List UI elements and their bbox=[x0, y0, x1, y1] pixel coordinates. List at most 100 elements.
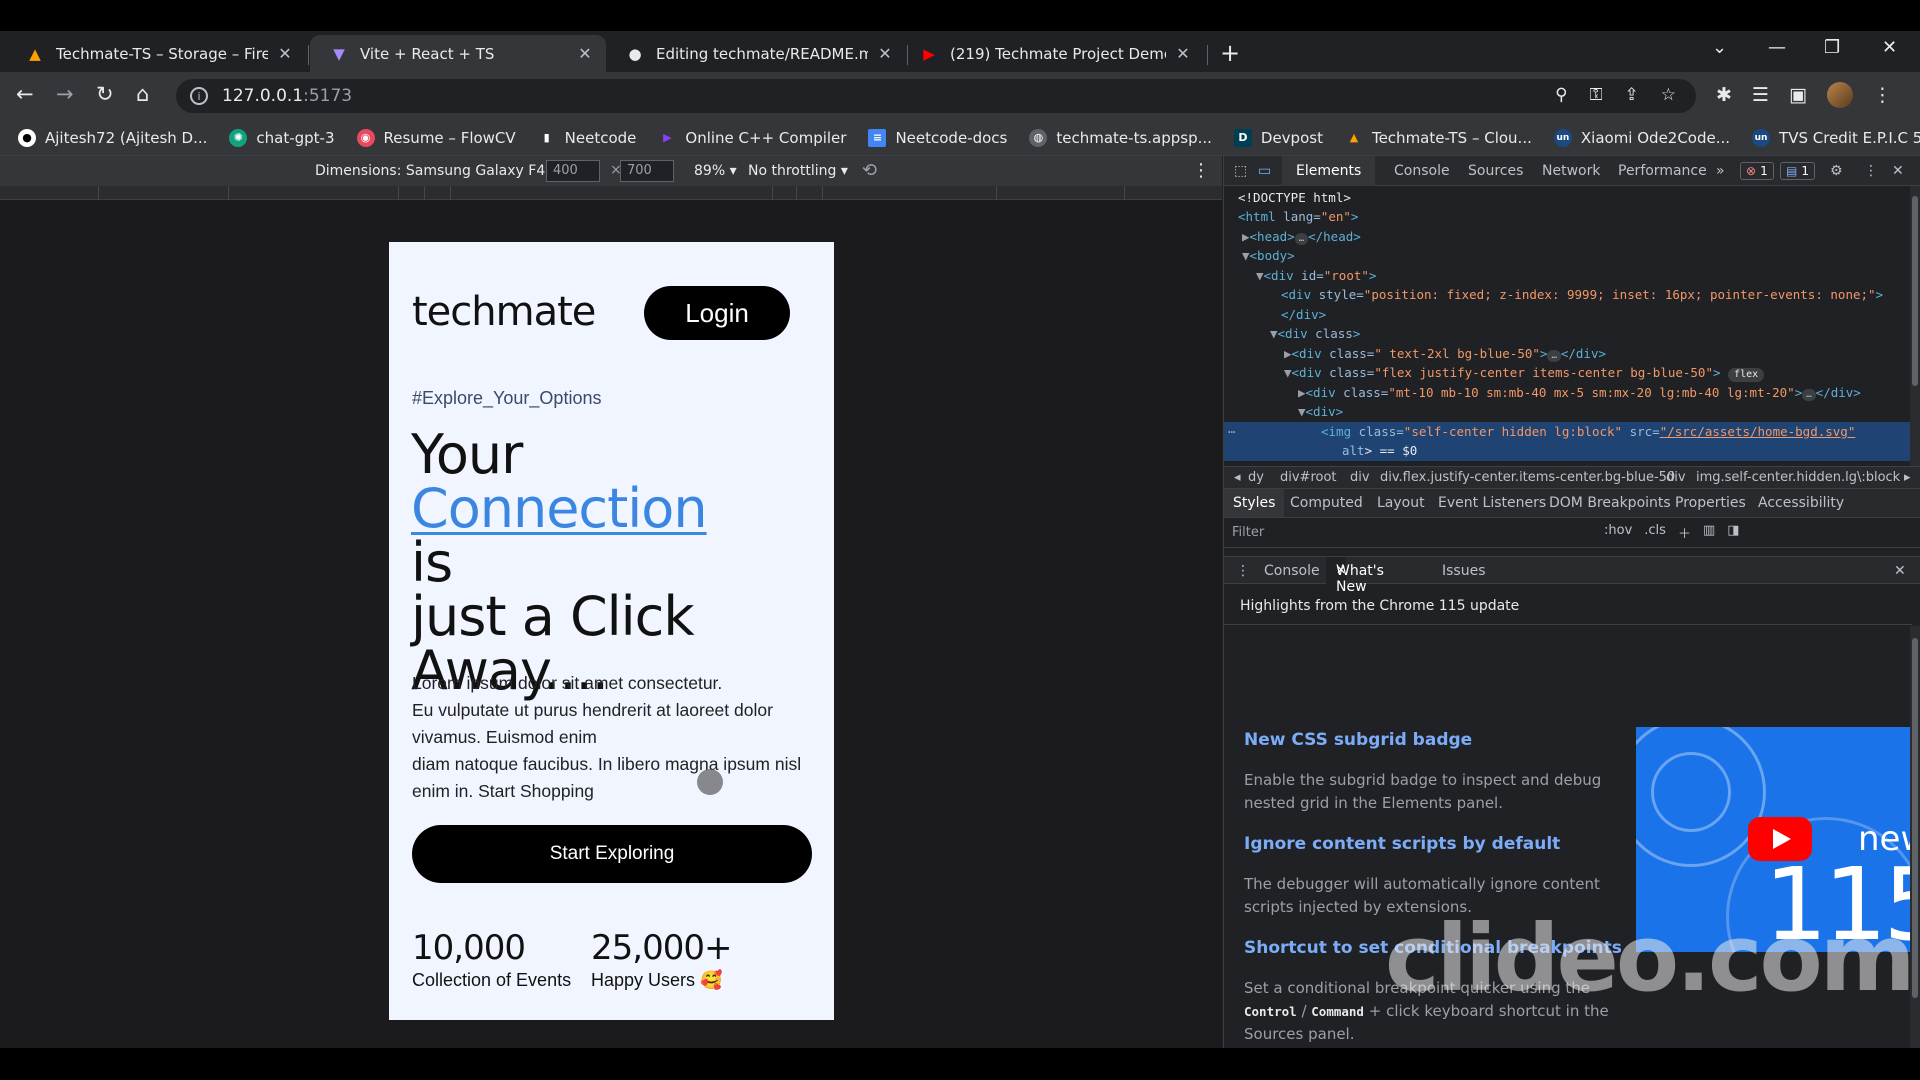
bookmark-neetcode[interactable]: ▮ Neetcode bbox=[538, 129, 637, 147]
crumb-div-2[interactable]: div bbox=[1666, 470, 1686, 485]
tab-performance[interactable]: Performance bbox=[1618, 163, 1707, 179]
height-input[interactable]: 700 bbox=[620, 160, 674, 182]
site-info-icon[interactable]: i bbox=[190, 87, 208, 105]
extensions-icon[interactable]: ✱ bbox=[1716, 84, 1732, 106]
subtab-properties[interactable]: Properties bbox=[1675, 495, 1746, 511]
crumb-forward-icon[interactable]: ▸ bbox=[1904, 470, 1911, 485]
window-close-icon[interactable]: ✕ bbox=[1882, 37, 1897, 58]
login-button[interactable]: Login bbox=[644, 286, 790, 340]
devtools-close-icon[interactable]: ✕ bbox=[1892, 163, 1904, 179]
key-icon[interactable]: ⚿ bbox=[1590, 85, 1603, 105]
home-icon[interactable]: ⌂ bbox=[136, 82, 149, 106]
close-icon[interactable]: ✕ bbox=[876, 44, 894, 63]
tab-firebase-storage[interactable]: ▲ Techmate-TS – Storage – Firebase ✕ bbox=[6, 35, 306, 72]
drawer-close-icon[interactable]: ✕ bbox=[1894, 563, 1906, 579]
restore-icon[interactable]: ❐ bbox=[1824, 37, 1840, 58]
more-tabs-icon[interactable]: » bbox=[1716, 163, 1725, 179]
menu-icon[interactable]: ⋮ bbox=[1873, 84, 1892, 106]
subtab-dom-breakpoints[interactable]: DOM Breakpoints bbox=[1549, 495, 1671, 511]
hover-state-toggle[interactable]: :hov bbox=[1604, 523, 1632, 542]
tab-strip: ▲ Techmate-TS – Storage – Firebase ✕ ▼ V… bbox=[0, 31, 1920, 72]
subtab-styles[interactable]: Styles bbox=[1224, 489, 1285, 517]
tab-github-readme[interactable]: ● Editing techmate/README.md at ✕ bbox=[606, 35, 906, 72]
bookmark-ajitesh[interactable]: ● Ajitesh72 (Ajitesh D... bbox=[18, 128, 207, 147]
settings-gear-icon[interactable]: ⚙ bbox=[1830, 163, 1843, 179]
bookmark-chatgpt[interactable]: ✺ chat-gpt-3 bbox=[229, 128, 335, 147]
drawer-menu-icon[interactable]: ⋮ bbox=[1236, 563, 1250, 579]
bookmark-devpost[interactable]: D Devpost bbox=[1233, 128, 1323, 147]
device-select[interactable]: Dimensions: Samsung Galaxy F42 ▾ bbox=[315, 163, 566, 179]
close-icon[interactable]: ✕ bbox=[276, 44, 294, 63]
reload-icon[interactable]: ↻ bbox=[96, 82, 114, 106]
flex-badge[interactable]: flex bbox=[1728, 368, 1765, 382]
bookmark-neetcode-docs[interactable]: ≡ Neetcode-docs bbox=[868, 128, 1007, 147]
tab-elements[interactable]: Elements bbox=[1282, 156, 1376, 186]
subtab-event-listeners[interactable]: Event Listeners bbox=[1438, 495, 1546, 511]
whats-new-item-title[interactable]: New CSS subgrid badge bbox=[1244, 730, 1472, 750]
elements-scrollbar[interactable] bbox=[1910, 186, 1920, 466]
drawer-tab-console[interactable]: Console bbox=[1264, 563, 1320, 579]
bookmark-xiaomi[interactable]: un Xiaomi Ode2Code... bbox=[1553, 128, 1730, 147]
crumb-root[interactable]: div#root bbox=[1280, 470, 1337, 485]
tab-network[interactable]: Network bbox=[1542, 163, 1600, 179]
tab-sources[interactable]: Sources bbox=[1468, 163, 1523, 179]
class-toggle[interactable]: .cls bbox=[1644, 523, 1666, 542]
inspect-icon[interactable]: ⬚ bbox=[1234, 163, 1247, 179]
message-badge[interactable]: ▤ 1 bbox=[1780, 162, 1815, 180]
techmate-logo[interactable]: techmate bbox=[412, 289, 596, 335]
media-query-ruler[interactable] bbox=[0, 186, 1222, 200]
drawer-tab-whats-new[interactable]: What's New ✕ bbox=[1326, 557, 1384, 595]
bookmark-techmate-cloud[interactable]: ▲ Techmate-TS – Clou... bbox=[1345, 129, 1532, 147]
subtab-layout[interactable]: Layout bbox=[1377, 495, 1425, 511]
device-toggle-icon[interactable]: ▭ bbox=[1258, 163, 1271, 179]
bookmark-cpp-compiler[interactable]: ▶ Online C++ Compiler bbox=[658, 129, 846, 147]
zoom-select[interactable]: 89% ▾ bbox=[694, 163, 737, 179]
crumb-flex-div[interactable]: div.flex.justify-center.items-center.bg-… bbox=[1380, 470, 1675, 485]
stat-events: 10,000 Collection of Events bbox=[412, 928, 572, 990]
rotate-icon[interactable]: ⟲ bbox=[862, 160, 877, 181]
whats-new-item-title[interactable]: Ignore content scripts by default bbox=[1244, 834, 1560, 854]
tab-console[interactable]: Console bbox=[1394, 163, 1450, 179]
bookmark-flowcv[interactable]: ◉ Resume – FlowCV bbox=[356, 128, 516, 147]
tab-search-icon[interactable]: ⌄ bbox=[1712, 37, 1727, 58]
bookmark-tvs[interactable]: unTVS Credit E.P.I.C 5.... bbox=[1752, 128, 1920, 147]
throttling-select[interactable]: No throttling ▾ bbox=[748, 163, 848, 179]
crumb-dy[interactable]: dy bbox=[1248, 470, 1264, 485]
avatar[interactable] bbox=[1826, 82, 1853, 108]
minimize-icon[interactable]: — bbox=[1768, 37, 1786, 58]
sidebar-toggle-icon[interactable]: ◨ bbox=[1727, 523, 1739, 542]
crumb-img[interactable]: img.self-center.hidden.lg\:block bbox=[1696, 470, 1900, 485]
bookmarks-bar: ● Ajitesh72 (Ajitesh D... ✺ chat-gpt-3 ◉ Re… bbox=[0, 120, 1920, 156]
forward-icon[interactable]: → bbox=[56, 82, 74, 106]
close-icon[interactable]: ✕ bbox=[1174, 44, 1192, 63]
side-panel-icon[interactable]: ▣ bbox=[1789, 84, 1807, 106]
more-options-icon[interactable]: ⋮ bbox=[1192, 160, 1210, 181]
subtab-computed[interactable]: Computed bbox=[1290, 495, 1363, 511]
back-icon[interactable]: ← bbox=[16, 82, 34, 106]
elements-tree[interactable]: <!DOCTYPE html> <html lang="en"> ▶<head>… bbox=[1224, 186, 1920, 466]
tab-vite-react[interactable]: ▼ Vite + React + TS ✕ bbox=[310, 35, 606, 72]
github-icon: ● bbox=[18, 128, 36, 147]
width-input[interactable]: 400 bbox=[546, 160, 600, 182]
asset-link[interactable]: "/src/assets/home-bgd.svg" bbox=[1660, 424, 1856, 439]
location-icon[interactable]: ⚲ bbox=[1555, 85, 1567, 105]
share-icon[interactable]: ⇪ bbox=[1625, 85, 1639, 105]
drawer-tab-issues[interactable]: Issues bbox=[1442, 563, 1486, 579]
reading-list-icon[interactable]: ☰ bbox=[1752, 84, 1769, 106]
devtools-menu-icon[interactable]: ⋮ bbox=[1864, 163, 1878, 179]
crumb-div[interactable]: div bbox=[1350, 470, 1370, 485]
paint-icon[interactable]: ▥ bbox=[1703, 523, 1715, 542]
bookmark-techmate-app[interactable]: ◍ techmate-ts.appsp... bbox=[1029, 128, 1212, 147]
close-icon[interactable]: ✕ bbox=[1336, 563, 1346, 577]
styles-filter-input[interactable]: Filter bbox=[1232, 525, 1264, 540]
crumb-back-icon[interactable]: ◂ bbox=[1234, 470, 1241, 485]
start-exploring-button[interactable]: Start Exploring bbox=[412, 825, 812, 883]
bookmark-star-icon[interactable]: ☆ bbox=[1661, 85, 1676, 105]
error-badge[interactable]: ⊗ 1 bbox=[1740, 162, 1774, 180]
close-icon[interactable]: ✕ bbox=[576, 44, 594, 63]
add-rule-icon[interactable]: ＋ bbox=[1678, 523, 1691, 542]
new-tab-button[interactable]: + bbox=[1220, 39, 1240, 67]
tab-youtube-demo[interactable]: ▶ (219) Techmate Project Demonstr ✕ bbox=[900, 35, 1204, 72]
address-bar[interactable]: i 127.0.0.1 :5173 ⚲ ⚿ ⇪ ☆ bbox=[176, 79, 1696, 113]
subtab-accessibility[interactable]: Accessibility bbox=[1758, 495, 1844, 511]
